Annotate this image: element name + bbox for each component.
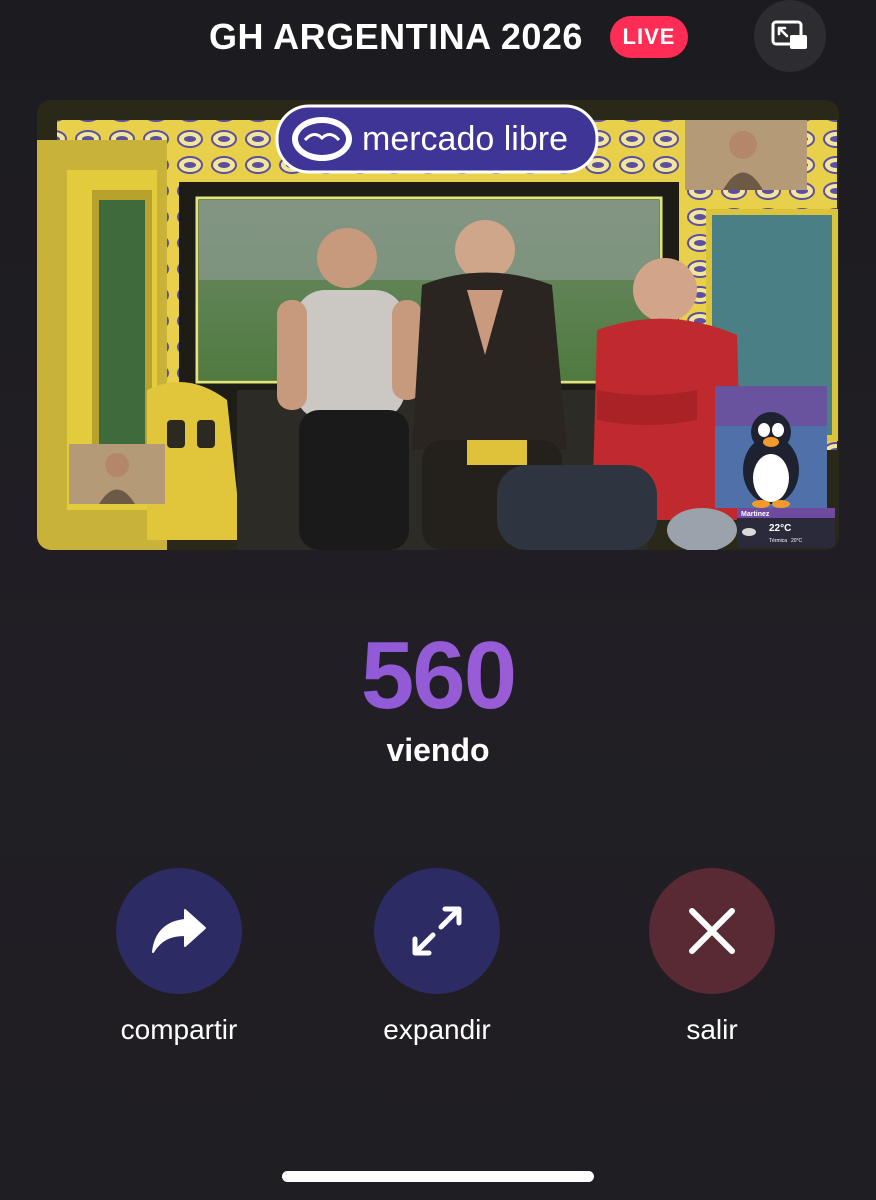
exit-button[interactable]: [649, 868, 775, 994]
home-indicator[interactable]: [282, 1171, 594, 1182]
exit-action[interactable]: salir: [612, 868, 812, 1046]
header: GH ARGENTINA 2026 LIVE: [0, 0, 876, 80]
expand-label: expandir: [383, 1014, 491, 1045]
share-arrow-icon: [152, 909, 206, 953]
live-badge: LIVE: [610, 16, 688, 58]
viewer-label: viendo: [386, 732, 490, 768]
live-stream-screen: GH ARGENTINA 2026 LIVE mercado libre Mar…: [0, 0, 876, 1200]
video-player[interactable]: mercado libre Martinez 22°C Térmica 20°C: [37, 100, 839, 550]
video-frame: mercado libre Martinez 22°C Térmica 20°C: [37, 100, 839, 550]
weather-temperature: 22°C: [769, 523, 791, 534]
exit-label: salir: [686, 1014, 738, 1045]
expand-button[interactable]: [374, 868, 500, 994]
weather-location: Martinez: [741, 511, 770, 518]
viewer-count: 560: [0, 626, 876, 726]
share-action[interactable]: compartir: [79, 868, 279, 1046]
share-button[interactable]: [116, 868, 242, 994]
stream-title: GH ARGENTINA 2026: [209, 16, 583, 57]
expand-arrows-icon: [412, 906, 462, 956]
weather-feels-like-label: Térmica: [769, 538, 787, 544]
picture-in-picture-button[interactable]: [754, 0, 826, 72]
sponsor-logo-text: mercado libre: [362, 120, 568, 158]
share-label: compartir: [120, 1014, 238, 1045]
close-x-icon: [689, 908, 735, 954]
picture-in-picture-icon: [771, 20, 807, 49]
weather-feels-like-value: 20°C: [791, 538, 803, 544]
expand-action[interactable]: expandir: [337, 868, 537, 1046]
